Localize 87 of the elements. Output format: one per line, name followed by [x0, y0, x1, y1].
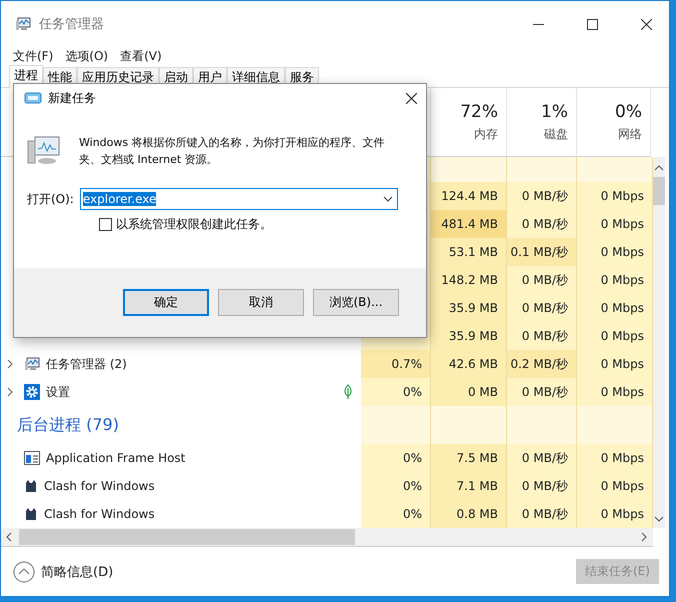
- column-usage: 0%: [615, 102, 642, 122]
- scrollbar-thumb[interactable]: [653, 177, 665, 205]
- window-title: 任务管理器: [39, 16, 105, 33]
- table-cell: 0 Mbps: [577, 378, 653, 406]
- table-cell: 7.1 MB: [431, 472, 507, 500]
- dialog-button[interactable]: 浏览(B)...: [313, 289, 399, 316]
- scrollbar-thumb[interactable]: [19, 529, 355, 545]
- menu-item[interactable]: 文件(F): [13, 48, 54, 64]
- cat-icon: [24, 507, 38, 521]
- admin-checkbox[interactable]: [99, 218, 112, 231]
- expand-chevron-icon[interactable]: [6, 387, 14, 397]
- maximize-icon[interactable]: [586, 18, 598, 30]
- table-cell: 0 MB/秒: [507, 500, 577, 528]
- scroll-down-icon[interactable]: [654, 514, 664, 524]
- table-cell: 0%: [361, 444, 431, 472]
- dialog-button[interactable]: 确定: [123, 289, 209, 316]
- table-cell: 0%: [361, 500, 431, 528]
- open-combobox[interactable]: explorer.exe: [80, 188, 398, 210]
- column-usage: 72%: [460, 102, 498, 122]
- table-cell: 0 MB/秒: [507, 322, 577, 350]
- table-cell: 0%: [361, 378, 431, 406]
- cat-icon: [24, 479, 38, 493]
- table-cell: [361, 406, 431, 444]
- column-header[interactable]: 磁盘: [544, 126, 568, 142]
- monitor-icon: [15, 16, 31, 32]
- group-header: 后台进程 (79): [17, 414, 119, 436]
- table-cell: 0.7%: [361, 350, 431, 378]
- table-cell: 0 Mbps: [577, 210, 653, 238]
- dialog-button[interactable]: 取消: [218, 289, 304, 316]
- table-cell: 0.1 MB/秒: [507, 238, 577, 266]
- table-cell: 0 MB/秒: [507, 266, 577, 294]
- dialog-message: Windows 将根据你所键入的名称，为你打开相应的程序、文件夹、文档或 Internet 资源。: [79, 135, 386, 168]
- table-cell: 481.4 MB: [431, 210, 507, 238]
- close-icon[interactable]: [406, 92, 416, 104]
- table-cell: 0 Mbps: [577, 182, 653, 210]
- table-cell: 0 Mbps: [577, 322, 653, 350]
- table-cell: 35.9 MB: [431, 294, 507, 322]
- table-cell: 0 Mbps: [577, 350, 653, 378]
- table-cell: 0 Mbps: [577, 472, 653, 500]
- dropdown-chevron-icon[interactable]: [382, 196, 393, 202]
- table-cell: 0 MB/秒: [507, 444, 577, 472]
- checkbox-label: 以系统管理权限创建此任务。: [116, 216, 272, 233]
- table-cell: 0 MB/秒: [507, 378, 577, 406]
- expand-chevron-icon[interactable]: [6, 359, 14, 369]
- table-cell: [507, 406, 577, 444]
- table-cell: 124.4 MB: [431, 182, 507, 210]
- process-name[interactable]: 设置: [46, 384, 337, 400]
- table-cell: 148.2 MB: [431, 266, 507, 294]
- run-icon: [24, 92, 42, 104]
- table-cell: 35.9 MB: [431, 322, 507, 350]
- table-cell: 0 MB/秒: [507, 294, 577, 322]
- dialog-title: 新建任务: [48, 90, 97, 106]
- column-header[interactable]: 内存: [474, 126, 498, 142]
- table-cell: 0 Mbps: [577, 294, 653, 322]
- scroll-up-icon[interactable]: [654, 163, 664, 173]
- fewer-details-link[interactable]: 简略信息(D): [41, 562, 570, 580]
- table-cell: 53.1 MB: [431, 238, 507, 266]
- table-cell: 0 Mbps: [577, 266, 653, 294]
- monitor-icon: [24, 356, 40, 372]
- table-cell: 7.5 MB: [431, 444, 507, 472]
- table-cell: 0 MB/秒: [507, 210, 577, 238]
- table-cell: 0%: [361, 472, 431, 500]
- table-cell: 0 Mbps: [577, 238, 653, 266]
- settings-icon: [24, 384, 40, 400]
- table-cell: 42.6 MB: [431, 350, 507, 378]
- table-cell: 0.8 MB: [431, 500, 507, 528]
- window-icon: [24, 451, 40, 465]
- leaf-icon: [343, 384, 353, 400]
- table-cell: [507, 157, 577, 182]
- close-icon[interactable]: [640, 18, 652, 30]
- table-cell: 0 MB/秒: [507, 472, 577, 500]
- process-name[interactable]: Clash for Windows: [44, 507, 347, 521]
- table-cell: 0 MB/秒: [507, 182, 577, 210]
- collapse-icon[interactable]: [13, 560, 35, 582]
- open-label: 打开(O):: [27, 190, 74, 208]
- column-usage: 1%: [541, 102, 568, 122]
- process-name[interactable]: 任务管理器 (2): [46, 356, 347, 372]
- column-header[interactable]: 网络: [618, 126, 642, 142]
- process-name[interactable]: Application Frame Host: [46, 451, 347, 465]
- table-cell: 0 MB: [431, 378, 507, 406]
- menu-item[interactable]: 查看(V): [120, 48, 162, 64]
- process-name[interactable]: Clash for Windows: [44, 479, 347, 493]
- table-cell: 0 Mbps: [577, 500, 653, 528]
- table-cell: 0.2 MB/秒: [507, 350, 577, 378]
- menu-item[interactable]: 选项(O): [65, 48, 108, 64]
- table-cell: 0 Mbps: [577, 444, 653, 472]
- monitor-icon: [27, 134, 61, 166]
